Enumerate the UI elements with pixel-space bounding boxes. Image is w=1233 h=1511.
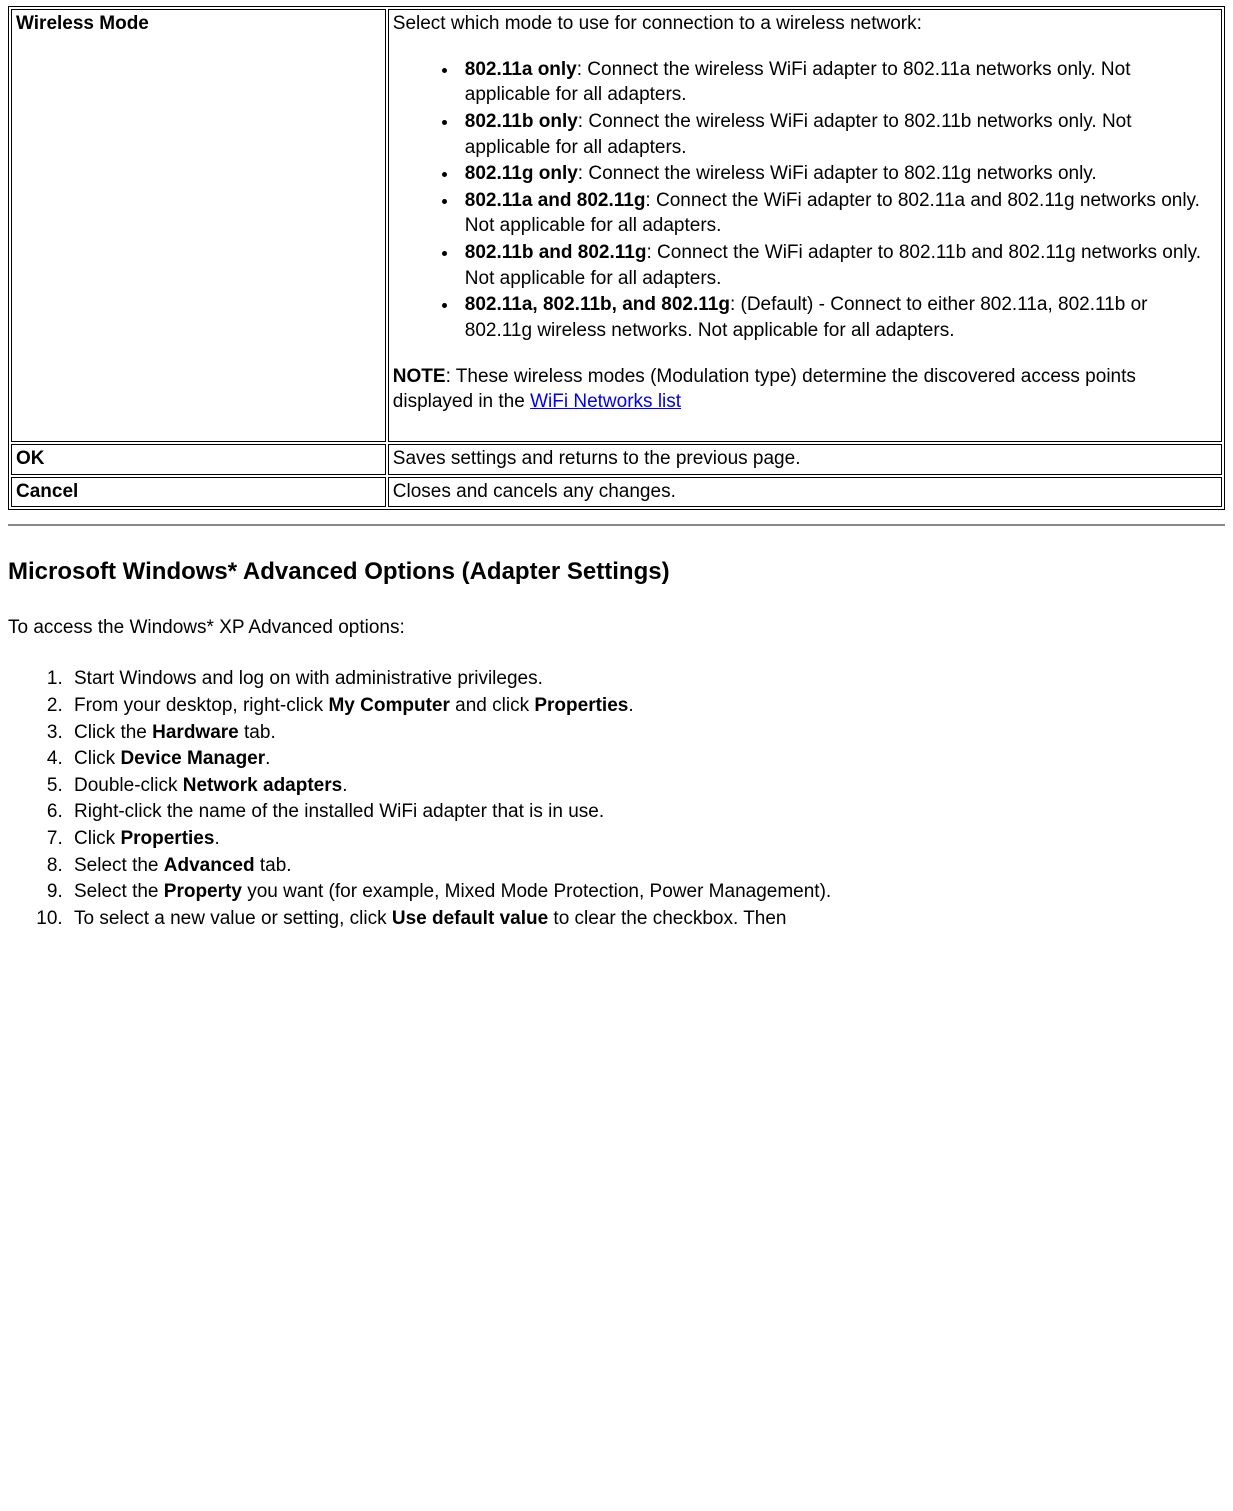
wireless-mode-label: Wireless Mode: [11, 9, 386, 442]
step-8: Select the Advanced tab.: [68, 853, 1225, 879]
section-intro: To access the Windows* XP Advanced optio…: [8, 615, 1225, 641]
wifi-networks-list-link[interactable]: WiFi Networks list: [530, 391, 681, 412]
mode-80211g: 802.11g only: Connect the wireless WiFi …: [459, 161, 1217, 187]
wireless-intro: Select which mode to use for connection …: [393, 13, 922, 34]
wireless-modes-list: 802.11a only: Connect the wireless WiFi …: [411, 57, 1217, 344]
section-heading: Microsoft Windows* Advanced Options (Ada…: [8, 556, 1225, 588]
step-9: Select the Property you want (for exampl…: [68, 879, 1225, 905]
row-cancel: Cancel Closes and cancels any changes.: [11, 477, 1222, 508]
ok-label: OK: [11, 444, 386, 475]
step-4: Click Device Manager.: [68, 746, 1225, 772]
wireless-note: NOTE: These wireless modes (Modulation t…: [393, 364, 1217, 415]
step-2: From your desktop, right-click My Comput…: [68, 693, 1225, 719]
mode-80211abg: 802.11a, 802.11b, and 802.11g: (Default)…: [459, 292, 1217, 343]
section-divider: [8, 524, 1225, 526]
row-ok: OK Saves settings and returns to the pre…: [11, 444, 1222, 475]
step-3: Click the Hardware tab.: [68, 720, 1225, 746]
steps-list: Start Windows and log on with administra…: [34, 666, 1225, 931]
mode-80211a: 802.11a only: Connect the wireless WiFi …: [459, 57, 1217, 108]
step-6: Right-click the name of the installed Wi…: [68, 799, 1225, 825]
ok-desc: Saves settings and returns to the previo…: [388, 444, 1222, 475]
row-wireless-mode: Wireless Mode Select which mode to use f…: [11, 9, 1222, 442]
step-5: Double-click Network adapters.: [68, 773, 1225, 799]
mode-80211bg: 802.11b and 802.11g: Connect the WiFi ad…: [459, 240, 1217, 291]
cancel-desc: Closes and cancels any changes.: [388, 477, 1222, 508]
mode-80211ag: 802.11a and 802.11g: Connect the WiFi ad…: [459, 188, 1217, 239]
settings-table: Wireless Mode Select which mode to use f…: [8, 6, 1225, 510]
step-1: Start Windows and log on with administra…: [68, 666, 1225, 692]
step-10: To select a new value or setting, click …: [68, 906, 1225, 932]
step-7: Click Properties.: [68, 826, 1225, 852]
mode-80211b: 802.11b only: Connect the wireless WiFi …: [459, 109, 1217, 160]
wireless-mode-desc: Select which mode to use for connection …: [388, 9, 1222, 442]
cancel-label: Cancel: [11, 477, 386, 508]
